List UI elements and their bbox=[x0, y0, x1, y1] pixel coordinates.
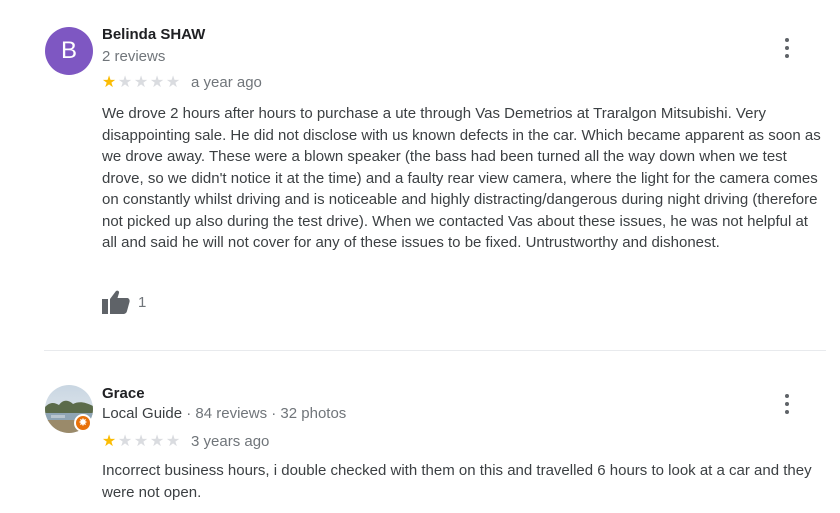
review-card: B Belinda SHAW 2 reviews ★ ★ ★ ★ ★ a yea… bbox=[0, 0, 840, 350]
local-guide-star-icon: ✸ bbox=[74, 414, 92, 432]
more-options-icon[interactable] bbox=[780, 394, 794, 414]
reviewer-meta[interactable]: 2 reviews bbox=[102, 48, 165, 65]
review-text: Incorrect business hours, i double check… bbox=[102, 462, 812, 501]
like-count: 1 bbox=[138, 293, 147, 311]
like-button[interactable]: 1 bbox=[102, 290, 146, 314]
thumbs-up-icon bbox=[102, 290, 130, 314]
reviewer-name[interactable]: Grace bbox=[102, 385, 145, 402]
star-icon: ★ bbox=[165, 432, 181, 450]
rating-stars: ★ ★ ★ ★ ★ 3 years ago bbox=[101, 432, 270, 450]
star-icon: ★ bbox=[149, 73, 165, 91]
star-icon: ★ bbox=[133, 73, 149, 91]
avatar[interactable]: B bbox=[45, 27, 93, 75]
review-photo-count: · 84 reviews · 32 photos bbox=[182, 405, 347, 422]
rating-stars: ★ ★ ★ ★ ★ a year ago bbox=[101, 74, 262, 91]
star-icon: ★ bbox=[117, 432, 133, 450]
more-options-icon[interactable] bbox=[780, 38, 794, 58]
avatar-letter: B bbox=[60, 37, 77, 64]
reviewer-name[interactable]: Belinda SHAW bbox=[102, 26, 205, 43]
review-date: a year ago bbox=[191, 74, 262, 91]
review-text: We drove 2 hours after hours to purchase… bbox=[102, 105, 821, 251]
avatar[interactable]: ✸ bbox=[45, 385, 93, 433]
review-card: ✸ Grace Local Guide · 84 reviews · 32 ph… bbox=[0, 351, 840, 513]
star-icon: ★ bbox=[101, 73, 117, 91]
star-icon: ★ bbox=[117, 73, 133, 91]
review-date: 3 years ago bbox=[191, 433, 270, 450]
star-icon: ★ bbox=[133, 432, 149, 450]
local-guide-label: Local Guide bbox=[102, 405, 183, 422]
star-icon: ★ bbox=[101, 432, 117, 450]
star-icon: ★ bbox=[165, 73, 181, 91]
star-icon: ★ bbox=[149, 432, 165, 450]
reviewer-meta[interactable]: Local Guide · 84 reviews · 32 photos bbox=[102, 405, 346, 422]
